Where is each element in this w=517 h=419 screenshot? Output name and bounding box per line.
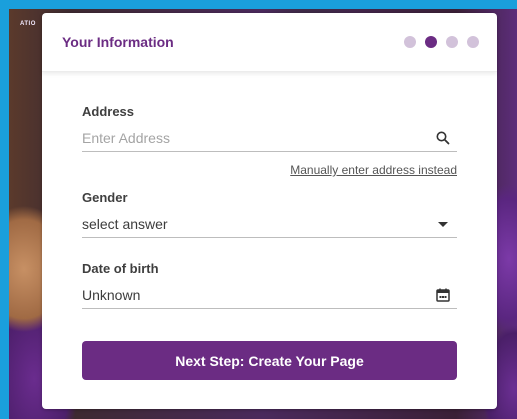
next-step-button[interactable]: Next Step: Create Your Page <box>82 341 457 380</box>
dob-value: Unknown <box>82 287 141 303</box>
step-dot-3 <box>446 36 458 48</box>
card-title: Your Information <box>62 34 174 50</box>
calendar-icon[interactable] <box>435 287 451 303</box>
gender-value: select answer <box>82 216 168 232</box>
chevron-down-icon[interactable] <box>435 216 451 232</box>
address-input[interactable]: Enter Address <box>82 125 457 152</box>
step-dot-4 <box>467 36 479 48</box>
manual-address-link[interactable]: Manually enter address instead <box>290 163 457 177</box>
dob-field: Date of birth Unknown <box>82 261 457 309</box>
gender-label: Gender <box>82 190 128 205</box>
search-icon[interactable] <box>435 130 451 146</box>
step-dot-2-active <box>425 36 437 48</box>
dob-input[interactable]: Unknown <box>82 282 457 309</box>
address-placeholder: Enter Address <box>82 130 170 146</box>
background-photo-text: ATIO <box>20 21 36 27</box>
step-indicator <box>404 36 479 48</box>
form-card: Your Information Address Enter Address M… <box>42 13 497 409</box>
gender-select[interactable]: select answer <box>82 211 457 238</box>
gender-field: Gender select answer <box>82 190 457 238</box>
step-dot-1 <box>404 36 416 48</box>
card-header: Your Information <box>42 13 497 72</box>
address-label: Address <box>82 104 135 119</box>
address-field: Address Enter Address <box>82 104 457 152</box>
dob-label: Date of birth <box>82 261 159 276</box>
